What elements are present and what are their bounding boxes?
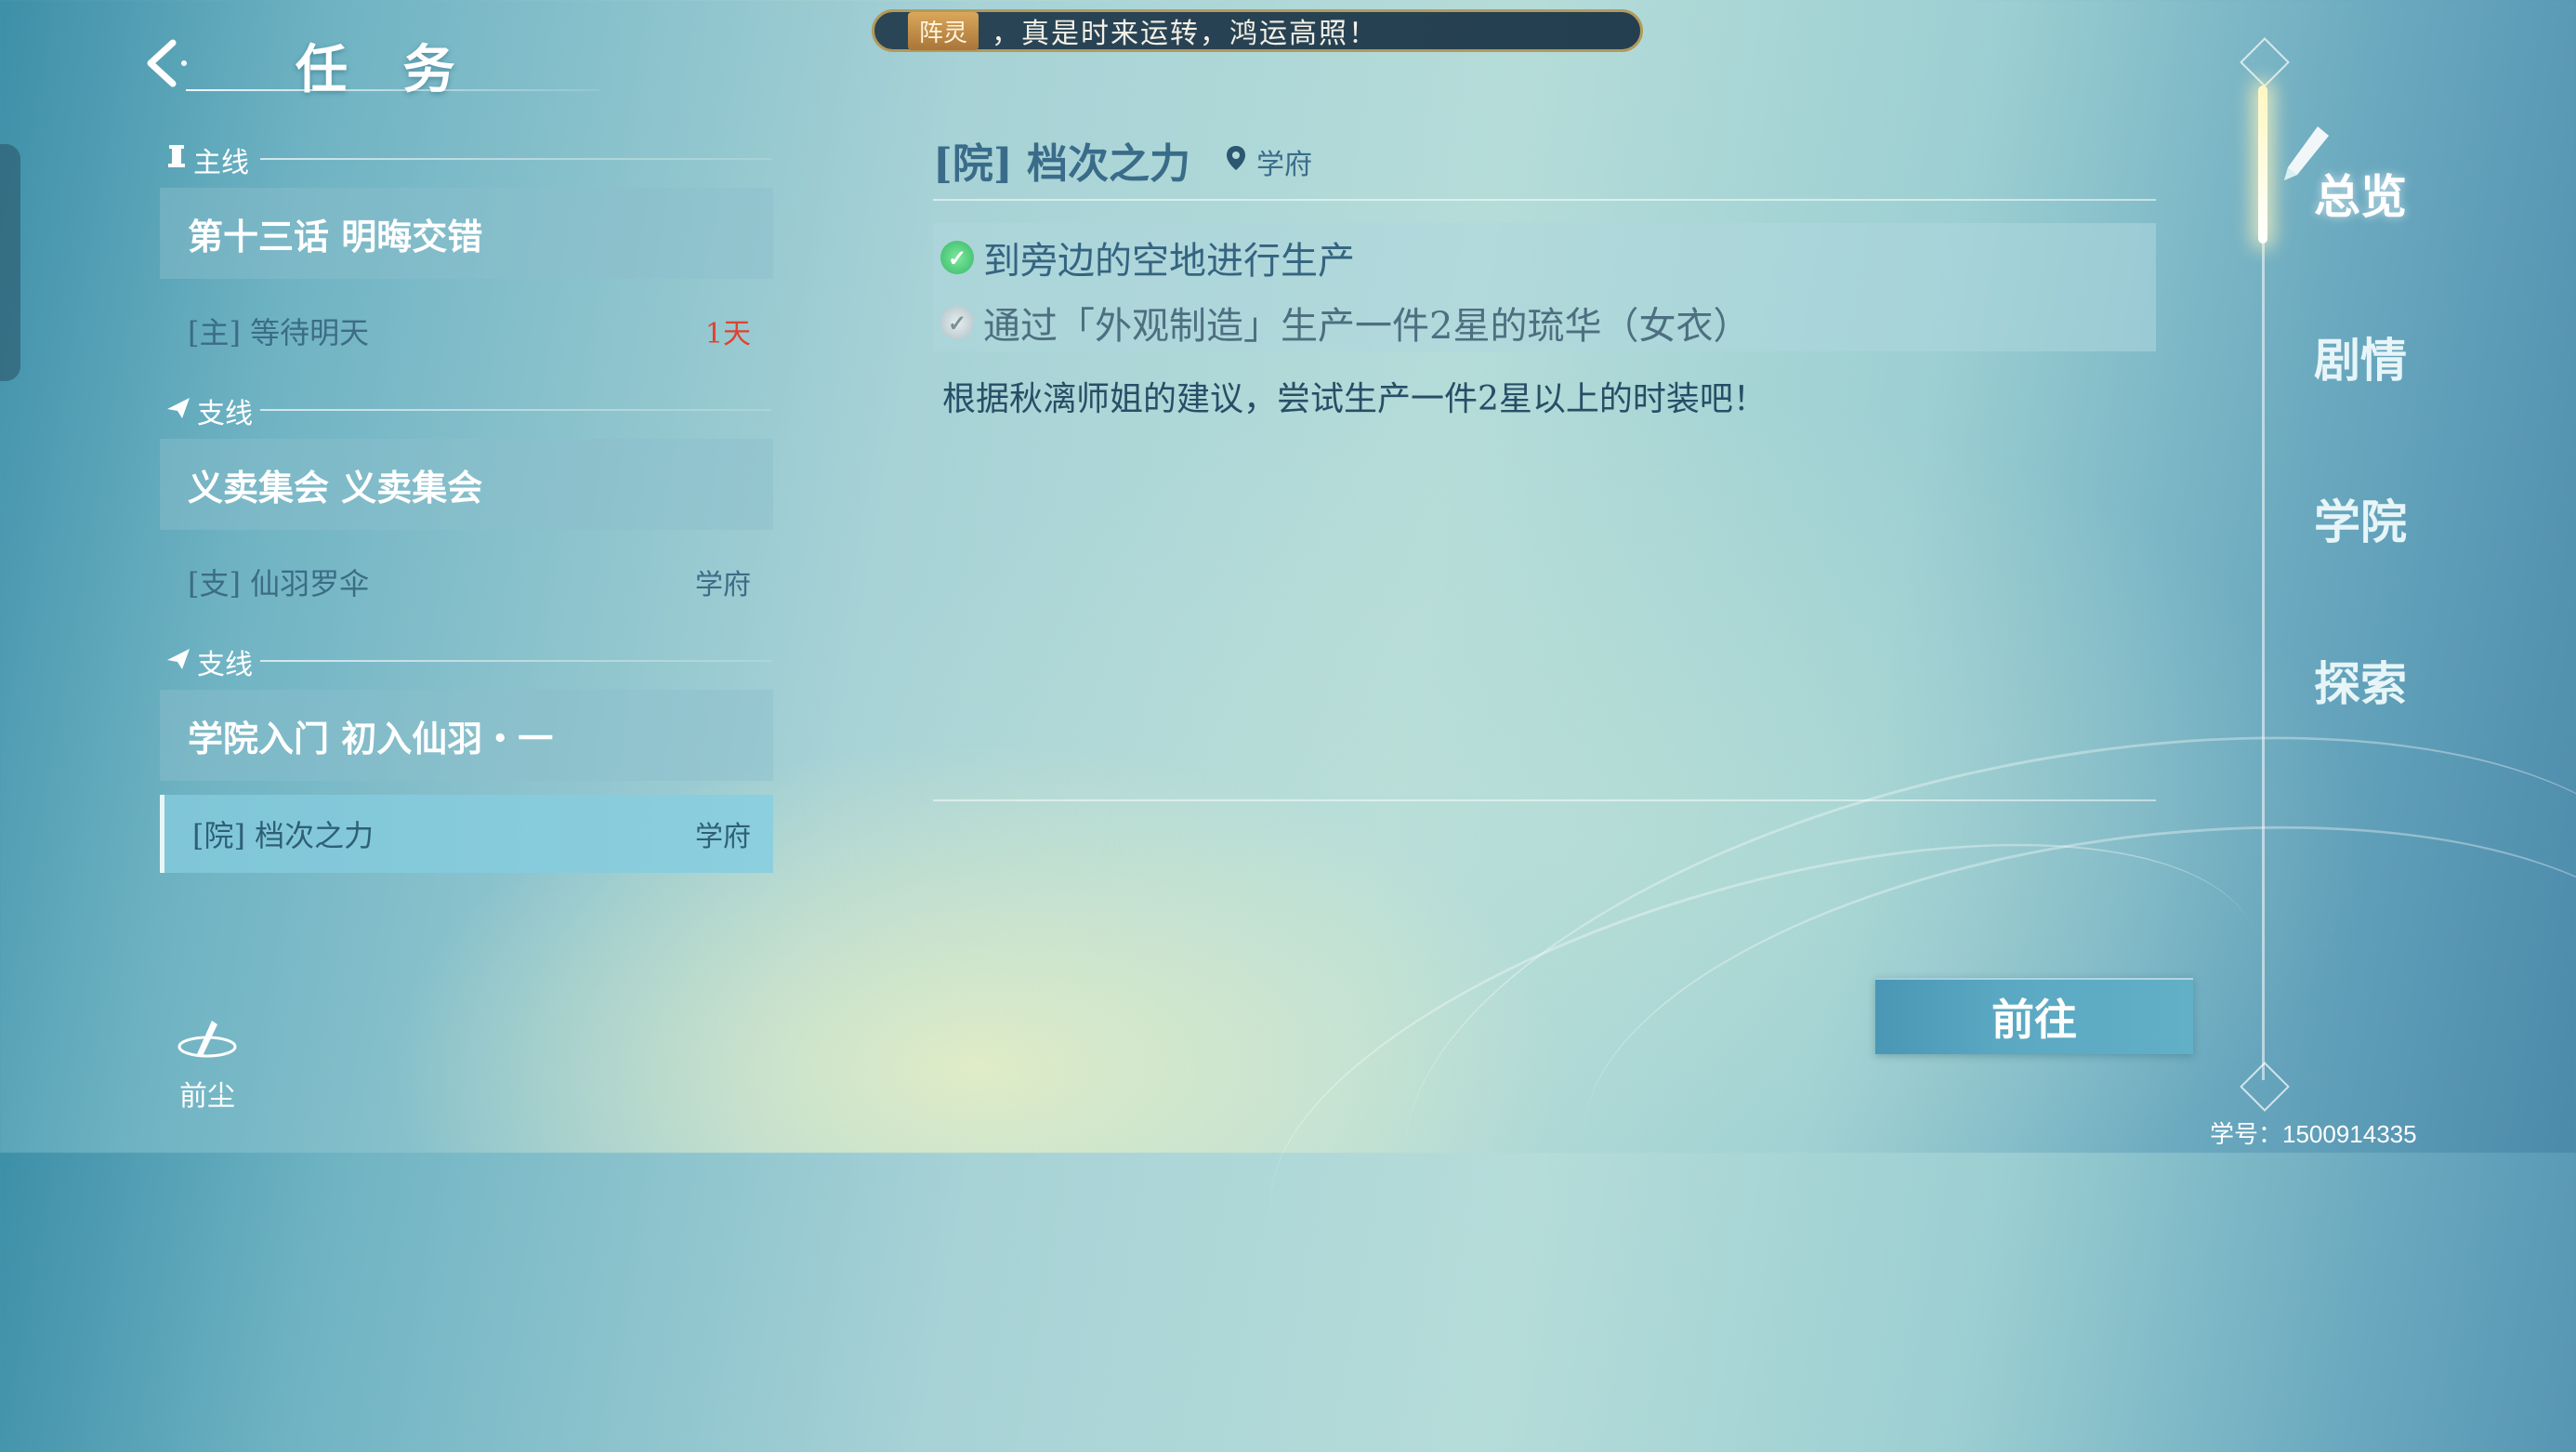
quest-card[interactable]: 义卖集会 义卖集会 <box>160 439 773 530</box>
tab-story[interactable]: 剧情 <box>2314 323 2407 390</box>
go-button[interactable]: 前往 <box>1875 978 2193 1054</box>
edge-handle[interactable] <box>0 144 20 381</box>
banner-speaker-tag: 阵灵 <box>908 11 979 50</box>
active-tab-indicator <box>2258 86 2267 244</box>
divider <box>260 660 771 662</box>
quest-row-location: 学府 <box>695 569 751 601</box>
section-header-main: 主线 <box>165 139 249 180</box>
quest-row-label: [主] 等待明天 <box>188 315 370 350</box>
check-done-icon: ✓ <box>940 241 974 274</box>
section-label: 主线 <box>193 147 249 179</box>
location-pin-icon <box>1225 144 1247 179</box>
location-label: 学府 <box>1256 149 1312 181</box>
back-arrow-icon[interactable] <box>138 35 193 91</box>
banner-text: ，真是时来运转，鸿运高照！ <box>992 18 1379 50</box>
tab-overview[interactable]: 总览 <box>2314 160 2407 227</box>
quest-location[interactable]: 学府 <box>1225 141 1312 182</box>
goal-text: 通过「外观制造」生产一件2星的琉华（女衣） <box>983 305 1751 348</box>
goal-text: 到旁边的空地进行生产 <box>983 240 1355 283</box>
divider <box>933 199 2156 201</box>
divider <box>260 409 771 411</box>
notification-banner: 阵灵 ，真是时来运转，鸿运高照！ <box>872 9 1643 52</box>
student-id: 学号：1500914335 <box>2210 1120 2417 1148</box>
quest-row-label: [院] 档次之力 <box>192 818 375 853</box>
goal-item: ✓ 通过「外观制造」生产一件2星的琉华（女衣） <box>940 296 1750 350</box>
divider <box>933 799 2156 801</box>
section-label: 支线 <box>197 649 253 681</box>
quest-card[interactable]: 学院入门 初入仙羽・一 <box>160 690 773 781</box>
quest-description: 根据秋漓师姐的建议，尝试生产一件2星以上的时装吧！ <box>942 380 1767 418</box>
goal-item: ✓ 到旁边的空地进行生产 <box>940 231 1355 284</box>
divider <box>260 158 771 160</box>
quest-row-selected[interactable]: [院] 档次之力 学府 <box>160 795 773 873</box>
feather-icon <box>175 1013 240 1073</box>
page-title: 任 务 <box>296 39 474 100</box>
section-header-side: 支线 <box>165 641 253 682</box>
section-label: 支线 <box>197 398 253 430</box>
check-pending-icon: ✓ <box>940 306 974 339</box>
paper-plane-icon <box>165 646 191 679</box>
quest-row[interactable]: [支] 仙羽罗伞 学府 <box>160 543 773 621</box>
past-life-button[interactable]: 前尘 <box>175 1013 240 1114</box>
quest-row[interactable]: [主] 等待明天 1天 <box>160 292 773 370</box>
tab-academy[interactable]: 学院 <box>2314 485 2407 552</box>
tab-explore[interactable]: 探索 <box>2314 647 2407 714</box>
diamond-ornament-icon <box>2240 37 2290 87</box>
quest-row-label: [支] 仙羽罗伞 <box>188 566 370 601</box>
paper-plane-icon <box>165 395 191 428</box>
quest-row-location: 学府 <box>695 821 751 853</box>
title-underline <box>186 89 599 91</box>
quest-detail-title: [院] 档次之力 <box>933 140 1190 188</box>
past-life-label: 前尘 <box>179 1080 235 1113</box>
quest-card[interactable]: 第十三话 明晦交错 <box>160 188 773 279</box>
section-header-side: 支线 <box>165 390 253 431</box>
tower-icon <box>165 143 188 177</box>
quest-row-time: 1天 <box>704 318 751 350</box>
